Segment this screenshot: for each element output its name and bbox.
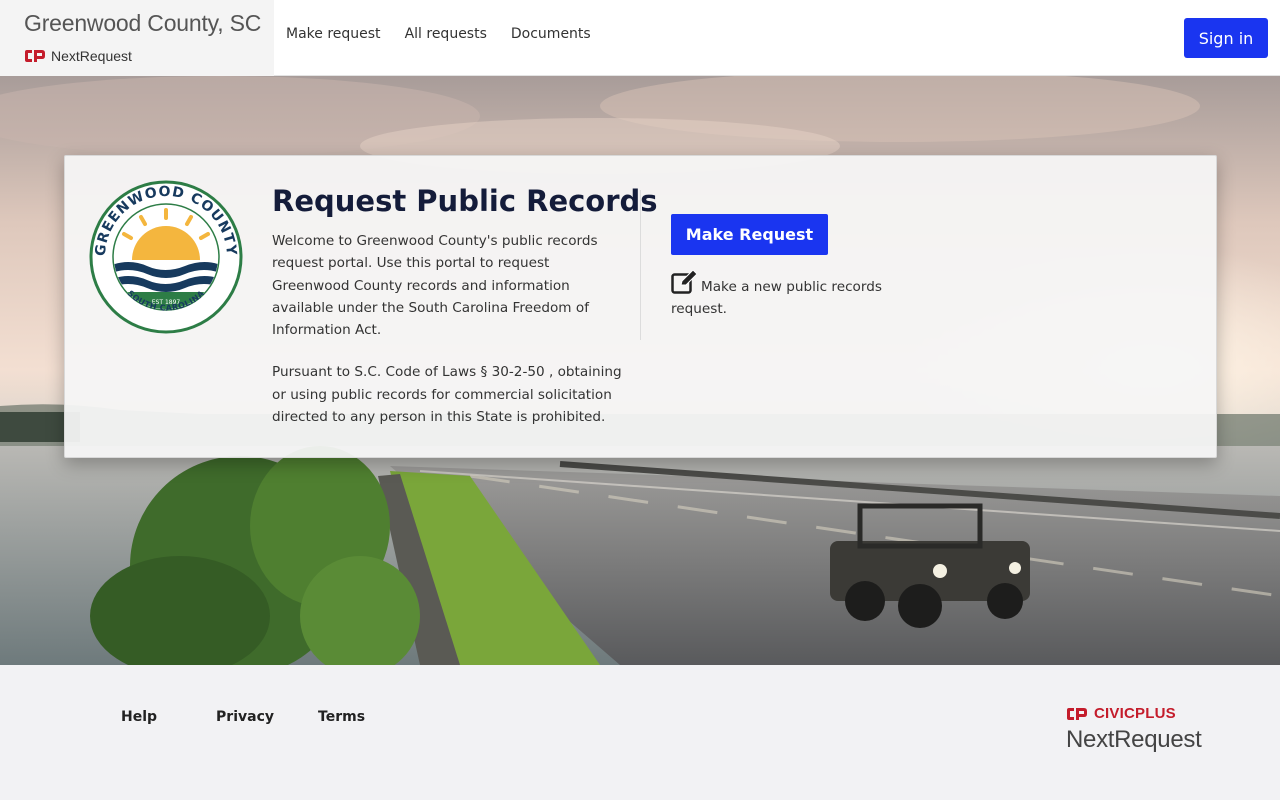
civicplus-logo-icon	[25, 50, 45, 62]
brand-block[interactable]: Greenwood County, SC NextRequest	[0, 0, 274, 76]
org-name: Greenwood County, SC	[24, 10, 262, 36]
site-header: Greenwood County, SC NextRequest Make re…	[0, 0, 1280, 76]
platform-name: NextRequest	[51, 48, 132, 64]
edit-icon	[671, 270, 698, 294]
nav-all-requests[interactable]: All requests	[405, 26, 487, 42]
card-description: Welcome to Greenwood County's public rec…	[272, 230, 627, 448]
make-request-note-text: Make a new public records request.	[671, 279, 882, 317]
footer-links: Help Privacy Terms	[121, 709, 365, 725]
request-records-card: GREENWOOD COUNTY EST 1897 SOUTH CAROLINA…	[64, 155, 1217, 458]
site-footer: Help Privacy Terms CIVICPLUS NextRequest	[0, 665, 1280, 800]
nav-make-request[interactable]: Make request	[286, 26, 381, 42]
make-request-note: Make a new public records request.	[671, 270, 911, 320]
card-title: Request Public Records	[272, 184, 658, 218]
footer-link-help[interactable]: Help	[121, 709, 157, 725]
county-seal-logo: GREENWOOD COUNTY EST 1897 SOUTH CAROLINA	[89, 180, 243, 334]
nextrequest-text: NextRequest	[1066, 726, 1202, 753]
main-nav: Make request All requests Documents	[286, 26, 591, 42]
intro-paragraph: Welcome to Greenwood County's public rec…	[272, 233, 598, 339]
legal-paragraph: Pursuant to S.C. Code of Laws § 30-2-50 …	[272, 364, 622, 426]
nav-documents[interactable]: Documents	[511, 26, 591, 42]
sign-in-button[interactable]: Sign in	[1184, 18, 1268, 58]
civicplus-brand: CIVICPLUS	[1066, 705, 1201, 722]
civicplus-text: CIVICPLUS	[1094, 705, 1176, 722]
civicplus-nextrequest-logo[interactable]: CIVICPLUS NextRequest	[1066, 705, 1202, 754]
platform-brand: NextRequest	[24, 48, 132, 64]
vertical-divider	[640, 190, 641, 340]
footer-link-privacy[interactable]: Privacy	[216, 709, 274, 725]
make-request-button[interactable]: Make Request	[671, 214, 828, 255]
civicplus-logo-icon	[1067, 707, 1087, 720]
footer-link-terms[interactable]: Terms	[318, 709, 365, 725]
